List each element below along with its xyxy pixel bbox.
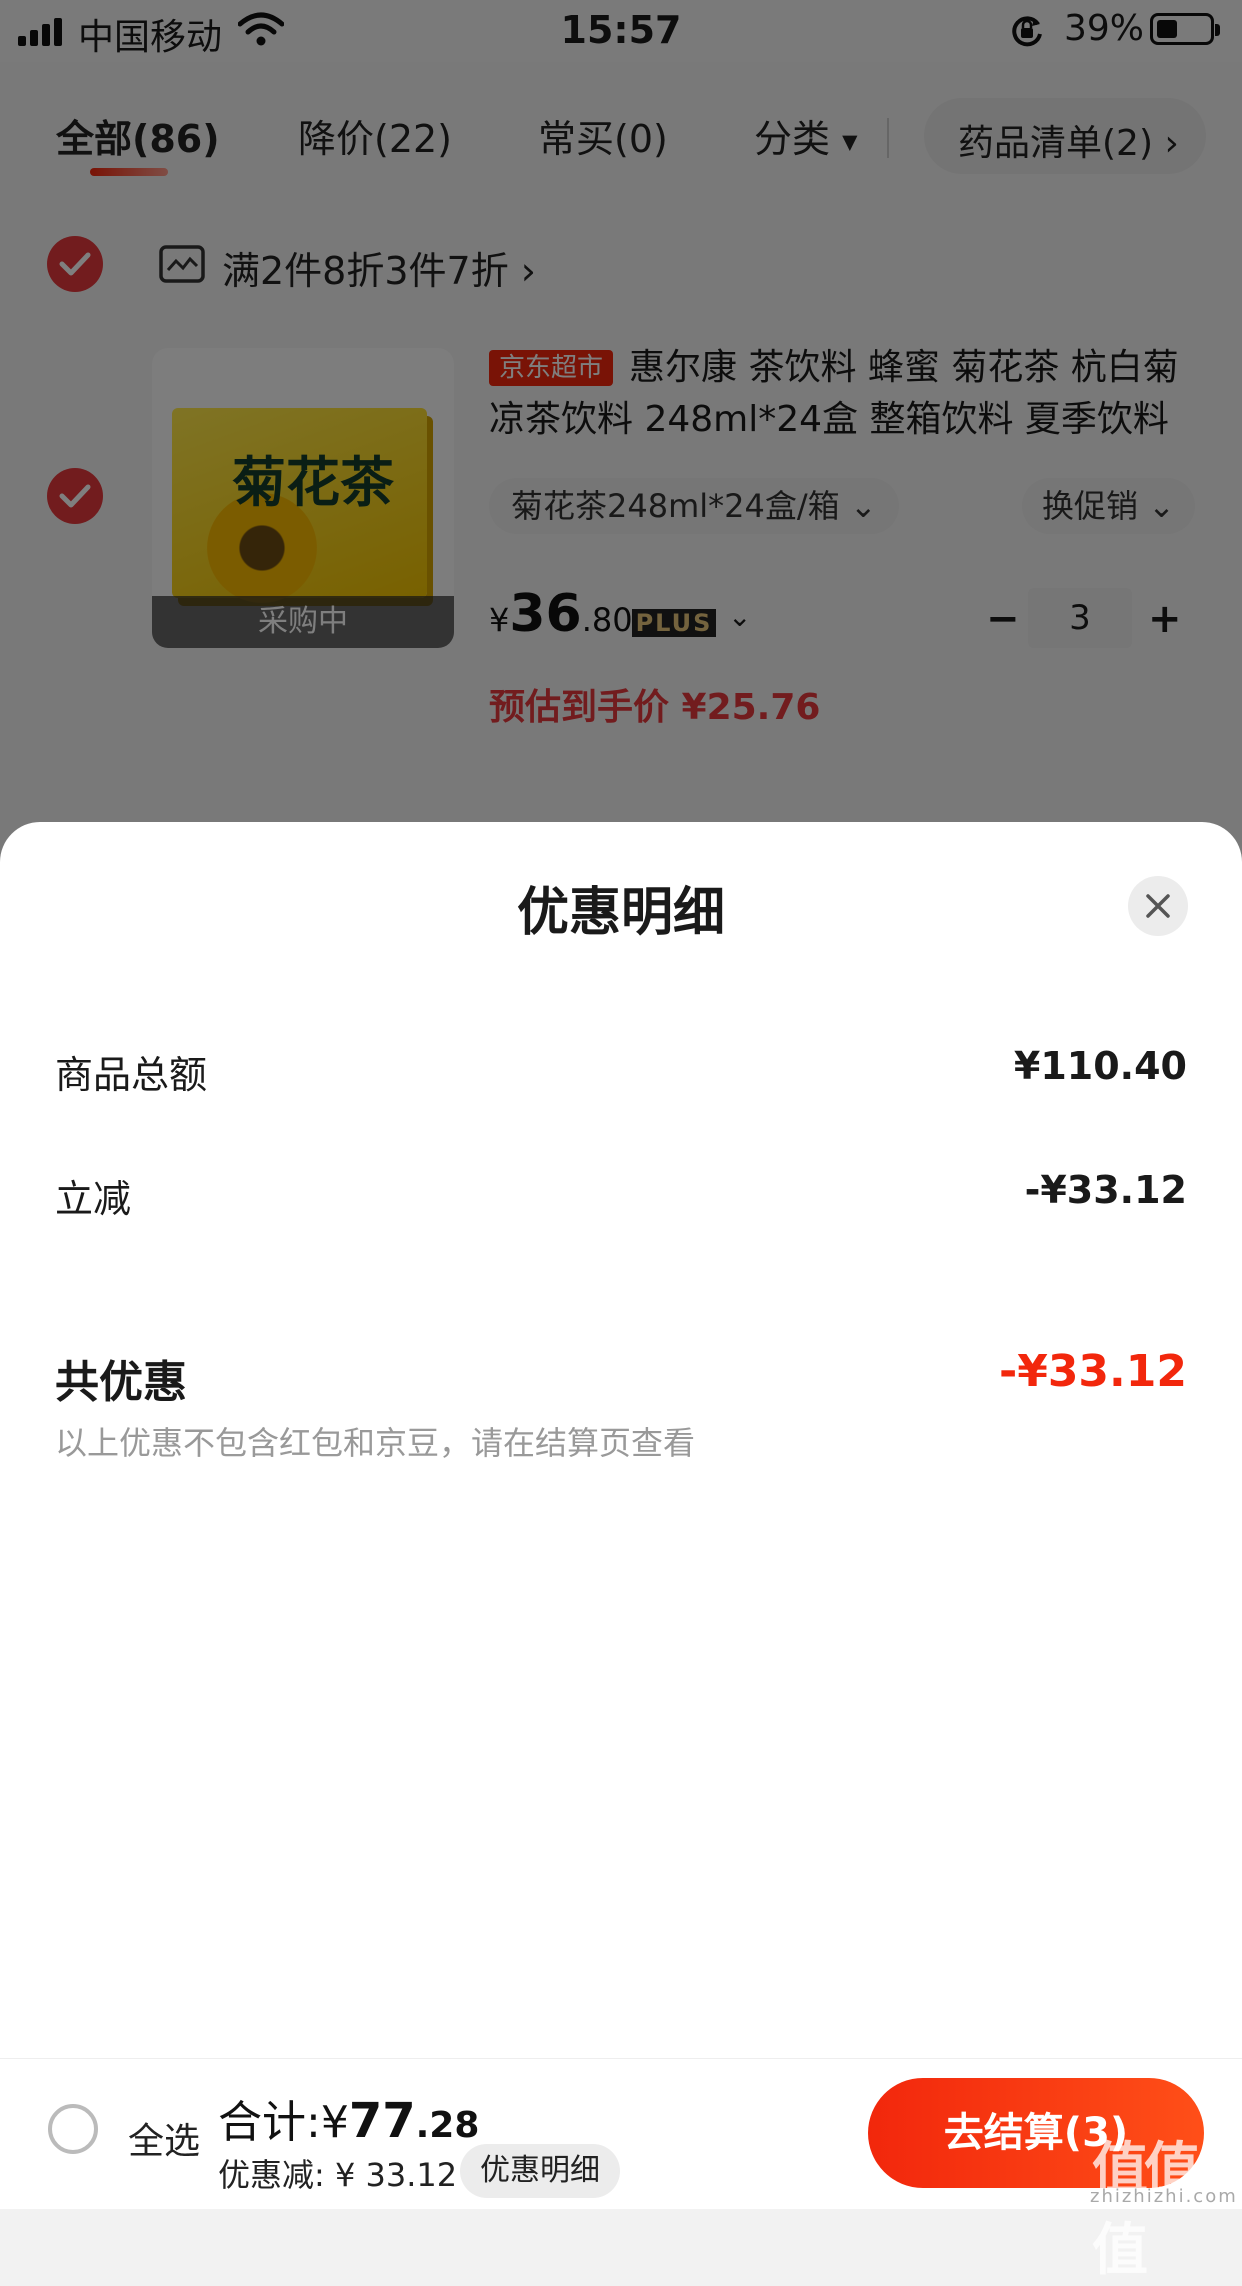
cart-total-prefix: 合计:¥ [218,2097,349,2148]
total-discount-label: 共优惠 [55,1357,187,1408]
select-all-checkbox[interactable] [48,2104,98,2154]
cart-total: 合计:¥77.28 [218,2086,479,2150]
goods-total-value: ¥110.40 [1013,1044,1187,1088]
sheet-title: 优惠明细 [516,883,725,943]
close-icon [1146,894,1170,918]
cart-total-integer: 77 [348,2093,416,2149]
instant-discount-label: 立减 [55,1177,132,1221]
close-button[interactable] [1128,876,1188,936]
watermark-url: zhizhizhi.com [1090,2186,1238,2207]
discount-detail-button[interactable]: 优惠明细 [460,2144,620,2198]
instant-discount-value: -¥33.12 [1024,1168,1187,1212]
discount-detail-sheet [0,822,1242,2208]
select-all-label[interactable]: 全选 [128,2112,200,2164]
total-discount-value: -¥33.12 [998,1346,1187,1397]
discount-note: 以上优惠不包含红包和京豆，请在结算页查看 [55,1424,696,1462]
discount-amount: 优惠减: ¥ 33.12 [218,2156,458,2194]
cart-total-decimal: .28 [415,2105,480,2146]
goods-total-label: 商品总额 [55,1053,208,1097]
